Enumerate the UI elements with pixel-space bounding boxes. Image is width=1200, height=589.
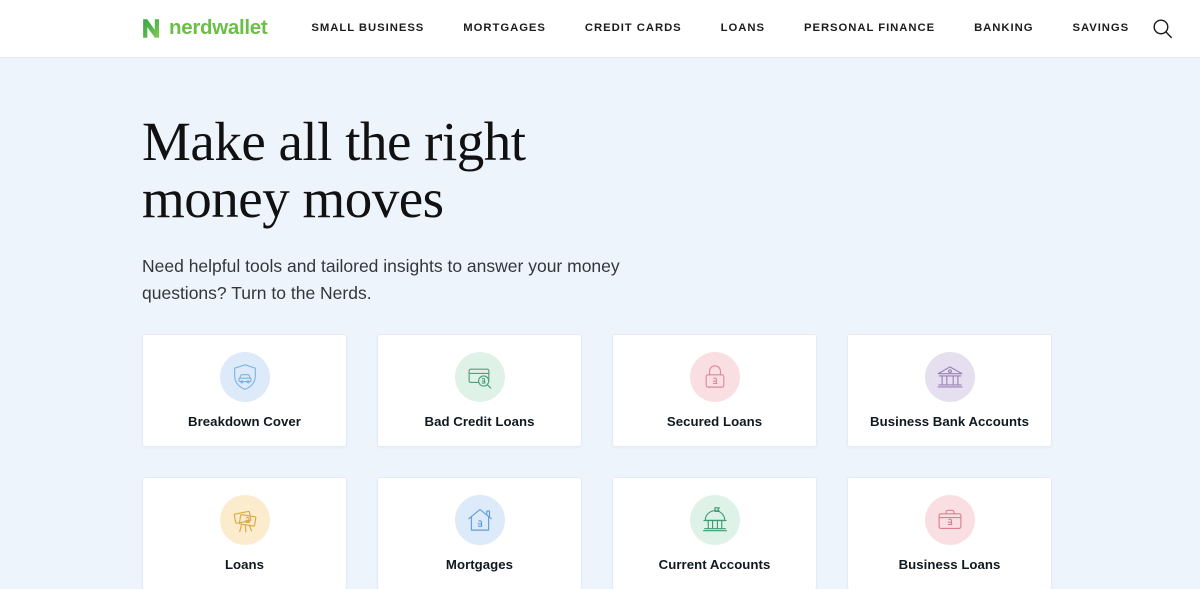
- bank-columns-icon: [924, 352, 975, 403]
- shield-car-icon: [219, 352, 270, 403]
- nav-item-personal-finance[interactable]: PERSONAL FINANCE: [804, 17, 935, 40]
- card-label: Mortgages: [445, 557, 514, 573]
- nav-item-savings[interactable]: SAVINGS: [1072, 17, 1129, 40]
- card-label: Business Loans: [898, 557, 1001, 573]
- card-current-accounts[interactable]: Current Accounts: [612, 477, 817, 589]
- nav-item-loans[interactable]: LOANS: [721, 17, 765, 40]
- nav-item-credit-cards[interactable]: CREDIT CARDS: [585, 17, 682, 40]
- search-button[interactable]: [1148, 15, 1176, 43]
- hero-subheading: Need helpful tools and tailored insights…: [142, 256, 620, 303]
- card-secured-loans[interactable]: Secured Loans: [612, 334, 817, 448]
- card-label: Bad Credit Loans: [424, 414, 535, 430]
- nav-item-mortgages[interactable]: MORTGAGES: [463, 17, 546, 40]
- briefcase-pound-icon: [924, 495, 975, 546]
- card-business-loans[interactable]: Business Loans: [847, 477, 1052, 589]
- card-loans[interactable]: Loans: [142, 477, 347, 589]
- card-breakdown-cover[interactable]: Breakdown Cover: [142, 334, 347, 448]
- nerdwallet-n-logo-icon: [143, 19, 160, 38]
- card-bad-credit-loans[interactable]: Bad Credit Loans: [377, 334, 582, 448]
- nav-item-banking[interactable]: BANKING: [974, 17, 1033, 40]
- credit-card-magnifier-pound-icon: [454, 352, 505, 403]
- main-navigation: SMALL BUSINESS MORTGAGES CREDIT CARDS LO…: [311, 15, 1176, 43]
- brand-name: nerdwallet: [169, 16, 268, 40]
- card-label: Breakdown Cover: [188, 414, 301, 430]
- card-business-bank-accounts[interactable]: Business Bank Accounts: [847, 334, 1052, 448]
- site-header: nerdwallet SMALL BUSINESS MORTGAGES CRED…: [0, 0, 1200, 58]
- search-icon: [1152, 19, 1172, 39]
- banknotes-pound-icon: [219, 495, 270, 546]
- card-label: Secured Loans: [666, 414, 763, 430]
- page-title: Make all the right money moves: [142, 111, 526, 229]
- card-label: Loans: [224, 557, 265, 573]
- brand-logo-link[interactable]: nerdwallet: [142, 16, 268, 40]
- domed-bank-flag-icon: [689, 495, 740, 546]
- nav-item-small-business[interactable]: SMALL BUSINESS: [311, 17, 424, 40]
- card-label: Current Accounts: [658, 557, 771, 573]
- card-mortgages[interactable]: Mortgages: [377, 477, 582, 589]
- hero-section: Make all the right money moves Need help…: [0, 58, 1200, 589]
- padlock-pound-icon: [689, 352, 740, 403]
- category-card-grid: Breakdown Cover Bad Credit Loans Secured…: [142, 334, 1082, 589]
- house-pound-icon: [454, 495, 505, 546]
- card-label: Business Bank Accounts: [870, 414, 1029, 430]
